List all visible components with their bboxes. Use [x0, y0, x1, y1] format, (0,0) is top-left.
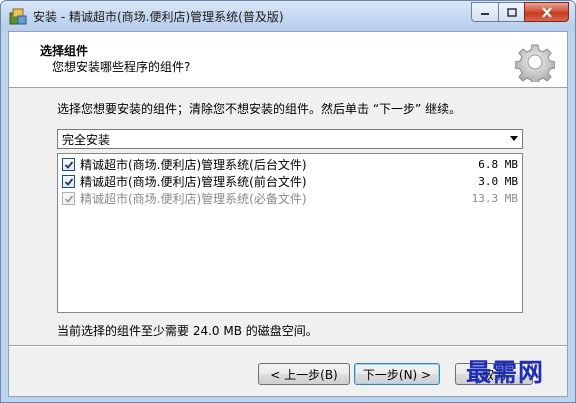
- install-type-value: 完全安装: [62, 132, 111, 147]
- watermark-logo: 最需网: [466, 358, 545, 387]
- component-label: 精诚超市(商场.便利店)管理系统(后台文件): [80, 158, 307, 172]
- install-type-select[interactable]: 完全安装: [57, 129, 523, 149]
- component-label: 精诚超市(商场.便利店)管理系统(前台文件): [80, 175, 307, 189]
- maximize-button[interactable]: [498, 2, 524, 22]
- component-checkbox[interactable]: [62, 158, 75, 171]
- window-controls: [471, 2, 569, 22]
- installer-app-icon: [9, 8, 27, 25]
- next-button[interactable]: 下一步(N) >: [354, 363, 440, 385]
- disk-space-text: 当前选择的组件至少需要 24.0 MB 的磁盘空间。: [57, 324, 318, 338]
- close-button[interactable]: [524, 2, 569, 22]
- component-checkbox: [62, 192, 75, 205]
- component-row[interactable]: 精诚超市(商场.便利店)管理系统(前台文件) 3.0 MB: [62, 173, 518, 190]
- page-title: 选择组件: [40, 44, 89, 58]
- back-button[interactable]: < 上一步(B): [258, 363, 350, 385]
- minimize-icon: [481, 13, 489, 15]
- component-label: 精诚超市(商场.便利店)管理系统(必备文件): [80, 192, 307, 206]
- window-title: 安装 - 精诚超市(商场.便利店)管理系统(普及版): [33, 10, 284, 24]
- minimize-button[interactable]: [471, 2, 498, 22]
- close-icon: [541, 6, 552, 18]
- checkmark-icon: [64, 160, 73, 169]
- gear-icon: [515, 44, 555, 82]
- checkmark-icon: [64, 177, 73, 186]
- wizard-header: 选择组件 您想安装哪些程序的组件?: [9, 32, 567, 88]
- component-size: 6.8 MB: [478, 158, 518, 171]
- chevron-down-icon[interactable]: [510, 136, 518, 141]
- checkmark-icon: [64, 194, 73, 203]
- page-subtitle: 您想安装哪些程序的组件?: [52, 60, 191, 74]
- maximize-icon: [506, 7, 517, 17]
- component-checkbox[interactable]: [62, 175, 75, 188]
- component-row: 精诚超市(商场.便利店)管理系统(必备文件) 13.3 MB: [62, 190, 518, 207]
- instruction-text: 选择您想要安装的组件；清除您不想安装的组件。然后单击 “下一步” 继续。: [57, 102, 462, 116]
- installer-window: 安装 - 精诚超市(商场.便利店)管理系统(普及版) 选择组件 您想安装哪些程序…: [0, 0, 576, 403]
- component-size: 13.3 MB: [471, 192, 518, 205]
- title-bar[interactable]: 安装 - 精诚超市(商场.便利店)管理系统(普及版): [1, 1, 575, 31]
- wizard-body: 选择组件 您想安装哪些程序的组件? 选择您想要安装的组件；清除您不想安装的组件。…: [8, 31, 568, 397]
- component-list[interactable]: 精诚超市(商场.便利店)管理系统(后台文件) 6.8 MB 精诚超市(商场.便利…: [57, 153, 523, 313]
- component-size: 3.0 MB: [478, 175, 518, 188]
- footer-divider: [9, 345, 567, 347]
- component-row[interactable]: 精诚超市(商场.便利店)管理系统(后台文件) 6.8 MB: [62, 156, 518, 173]
